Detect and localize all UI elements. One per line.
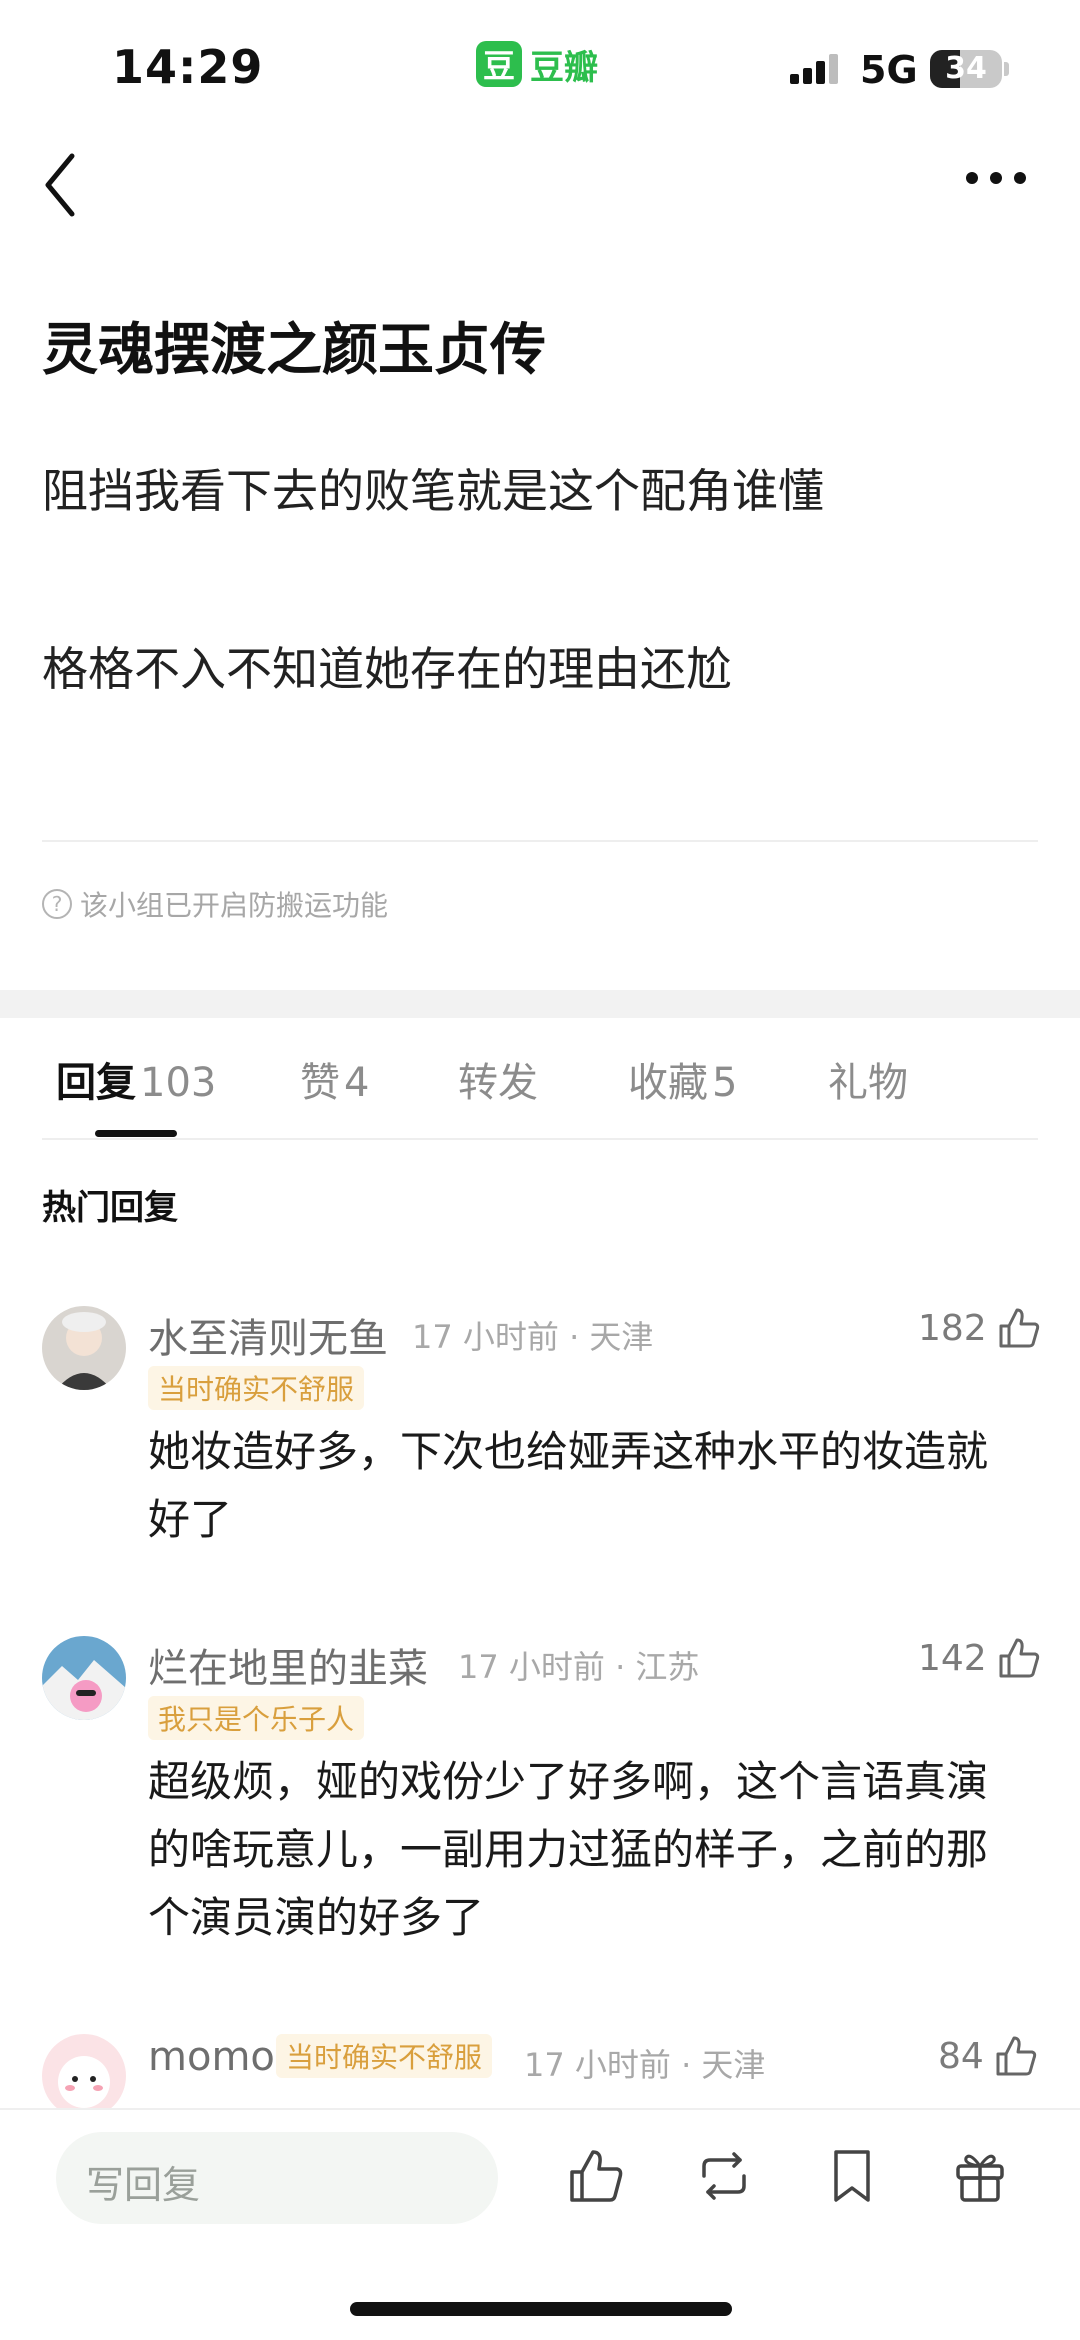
tab-label: 赞	[300, 1060, 340, 1106]
tab-label: 礼物	[828, 1060, 908, 1106]
home-indicator	[350, 2302, 732, 2316]
thumbs-up-icon	[999, 1638, 1039, 1678]
user-badge: 我只是个乐子人	[148, 1696, 365, 1740]
section-title: 热门回复	[42, 1188, 178, 1228]
douban-logo-icon: 豆	[476, 41, 522, 87]
like-count: 142	[918, 1637, 987, 1679]
comment-username[interactable]: momo	[148, 2034, 275, 2080]
tab-count: 103	[140, 1060, 217, 1106]
avatar[interactable]	[42, 2034, 126, 2118]
tab-likes[interactable]: 赞4	[300, 1050, 369, 1108]
tab-reposts[interactable]: 转发	[458, 1050, 538, 1108]
comment-text: 超级烦，娅的戏份少了好多啊，这个言语真演的啥玩意儿，一副用力过猛的样子，之前的那…	[148, 1757, 989, 1942]
status-time: 14:29	[112, 40, 264, 94]
tab-gifts[interactable]: 礼物	[828, 1050, 908, 1108]
tab-label: 回复	[56, 1060, 136, 1106]
like-control[interactable]: 84	[938, 2034, 1038, 2078]
reply-placeholder: 写回复	[86, 2163, 201, 2207]
active-tab-indicator	[95, 1130, 177, 1137]
user-badge: 当时确实不舒服	[148, 1366, 365, 1410]
reply-input[interactable]: 写回复	[56, 2132, 498, 2224]
like-count: 182	[918, 1307, 987, 1349]
repost-icon[interactable]	[694, 2146, 754, 2206]
back-icon[interactable]	[40, 150, 90, 220]
comment-meta: 17 小时前 · 江苏	[458, 1648, 700, 1686]
tab-replies[interactable]: 回复 103	[56, 1050, 216, 1108]
comment-meta: 17 小时前 · 天津	[524, 2046, 766, 2084]
tab-collections[interactable]: 收藏 5	[628, 1050, 737, 1108]
more-options-icon[interactable]	[964, 168, 1028, 188]
avatar[interactable]	[42, 1636, 126, 1720]
question-icon: ?	[42, 889, 72, 919]
bookmark-icon[interactable]	[822, 2146, 882, 2206]
app-name: 豆瓣	[530, 47, 598, 88]
app-badge: 豆 豆瓣	[476, 40, 598, 88]
comment-meta: 17 小时前 · 天津	[412, 1318, 654, 1356]
network-type: 5G	[860, 48, 918, 92]
battery-level: 34	[945, 51, 987, 86]
tab-label: 转发	[458, 1060, 538, 1106]
gift-icon[interactable]	[950, 2146, 1010, 2206]
comment-username[interactable]: 水至清则无鱼	[148, 1306, 388, 1364]
divider	[42, 1138, 1038, 1140]
post-paragraph: 阻挡我看下去的败笔就是这个配角谁懂	[42, 464, 824, 518]
avatar[interactable]	[42, 1306, 126, 1390]
tab-count: 4	[344, 1060, 370, 1106]
tab-label: 收藏	[628, 1060, 708, 1106]
post-title: 灵魂摆渡之颜玉贞传	[42, 318, 546, 383]
tab-count: 5	[712, 1060, 738, 1106]
like-control[interactable]: 182	[918, 1306, 1041, 1350]
section-separator	[0, 990, 1080, 1018]
like-icon[interactable]	[566, 2146, 626, 2206]
anti-repost-text: 该小组已开启防搬运功能	[80, 889, 389, 922]
post-paragraph: 格格不入不知道她存在的理由还尬	[42, 642, 732, 696]
thumbs-up-icon	[996, 2036, 1036, 2076]
user-badge: 当时确实不舒服	[276, 2034, 493, 2078]
comment-username[interactable]: 烂在地里的韭菜	[148, 1636, 428, 1694]
comment-text: 她妆造好多，下次也给娅弄这种水平的妆造就好了	[148, 1427, 989, 1544]
like-control[interactable]: 142	[918, 1636, 1041, 1680]
battery-icon: 34	[930, 50, 1002, 88]
thumbs-up-icon	[999, 1308, 1039, 1348]
divider	[42, 840, 1038, 842]
like-count: 84	[938, 2035, 984, 2077]
anti-repost-notice: ? 该小组已开启防搬运功能	[42, 884, 388, 924]
signal-icon	[790, 54, 838, 84]
battery-tip	[1004, 62, 1009, 76]
